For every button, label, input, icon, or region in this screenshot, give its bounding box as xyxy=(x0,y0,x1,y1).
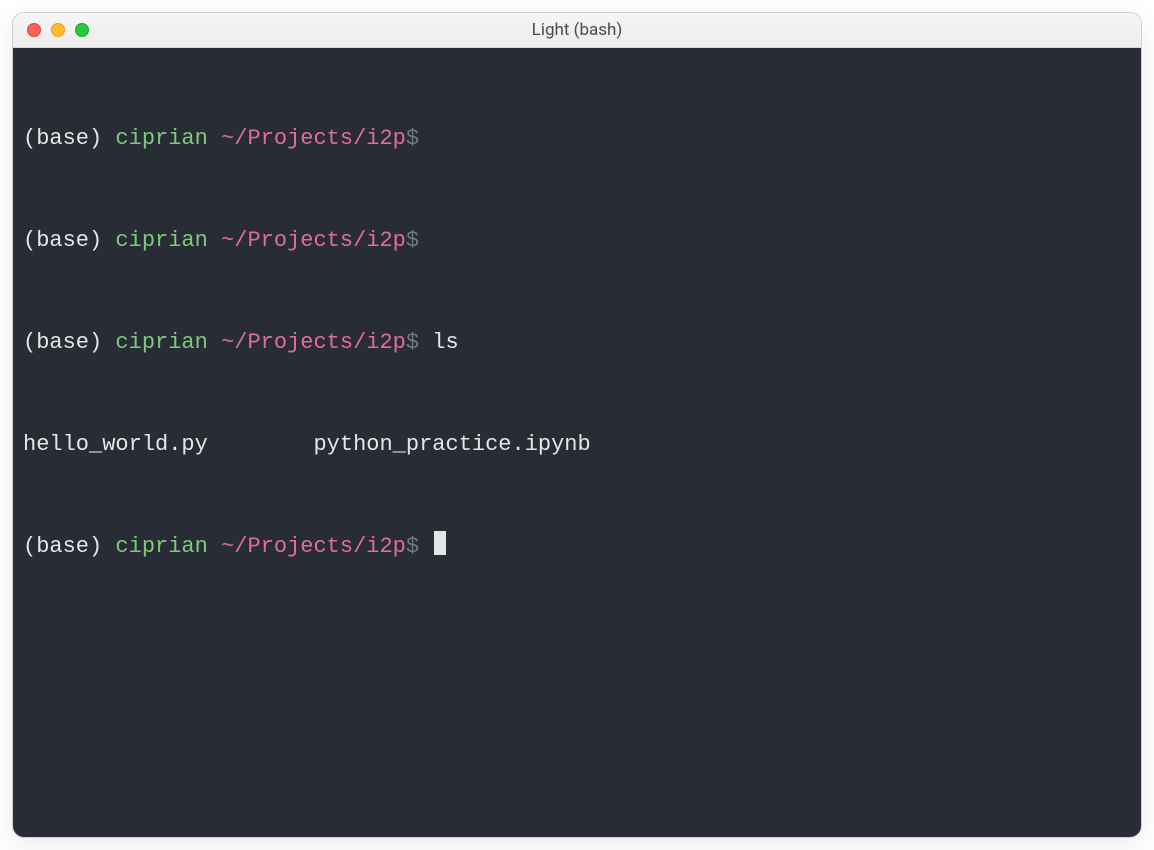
path-label: ~/Projects/i2p xyxy=(221,126,406,151)
path-label: ~/Projects/i2p xyxy=(221,228,406,253)
output-line: hello_world.py python_practice.ipynb xyxy=(23,428,1131,462)
prompt-line: (base) ciprian ~/Projects/i2p$ xyxy=(23,122,1131,156)
zoom-icon[interactable] xyxy=(75,23,89,37)
cursor-icon xyxy=(434,531,446,555)
user-label: ciprian xyxy=(115,228,207,253)
command-text: ls xyxy=(432,330,458,355)
prompt-line: (base) ciprian ~/Projects/i2p$ xyxy=(23,224,1131,258)
prompt-symbol: $ xyxy=(406,330,419,355)
titlebar[interactable]: Light (bash) xyxy=(13,13,1141,48)
ls-output-spacer xyxy=(208,432,314,457)
close-icon[interactable] xyxy=(27,23,41,37)
terminal-body[interactable]: (base) ciprian ~/Projects/i2p$ (base) ci… xyxy=(13,48,1141,837)
env-label: (base) xyxy=(23,534,102,559)
user-label: ciprian xyxy=(115,126,207,151)
prompt-line: (base) ciprian ~/Projects/i2p$ ls xyxy=(23,326,1131,360)
prompt-symbol: $ xyxy=(406,228,419,253)
prompt-symbol: $ xyxy=(406,534,419,559)
env-label: (base) xyxy=(23,126,102,151)
path-label: ~/Projects/i2p xyxy=(221,534,406,559)
traffic-lights xyxy=(13,23,89,37)
prompt-symbol: $ xyxy=(406,126,419,151)
user-label: ciprian xyxy=(115,330,207,355)
window-title: Light (bash) xyxy=(13,20,1141,40)
terminal-window: Light (bash) (base) ciprian ~/Projects/i… xyxy=(12,12,1142,838)
path-label: ~/Projects/i2p xyxy=(221,330,406,355)
prompt-line-active: (base) ciprian ~/Projects/i2p$ xyxy=(23,530,1131,564)
env-label: (base) xyxy=(23,228,102,253)
env-label: (base) xyxy=(23,330,102,355)
ls-output-file: python_practice.ipynb xyxy=(313,432,590,457)
ls-output-file: hello_world.py xyxy=(23,432,208,457)
user-label: ciprian xyxy=(115,534,207,559)
minimize-icon[interactable] xyxy=(51,23,65,37)
